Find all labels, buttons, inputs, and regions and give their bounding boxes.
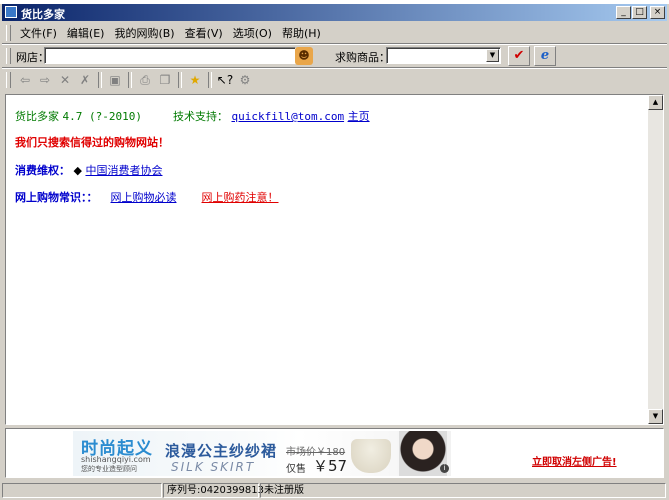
ad-english: SILK SKIRT	[171, 460, 256, 474]
menu-help[interactable]: 帮助(H)	[277, 25, 326, 41]
stop-icon[interactable]: ✕	[56, 72, 74, 88]
ad-domain: shishangqiyi.com	[81, 455, 151, 464]
ad-price-label: 仅售	[286, 464, 306, 475]
window-title: 货比多家	[21, 8, 65, 21]
product-combobox[interactable]: ▼	[386, 47, 501, 64]
chevron-down-icon[interactable]: ▼	[486, 49, 499, 62]
app-icon	[5, 6, 17, 18]
cca-link[interactable]: 中国消费者协会	[85, 164, 162, 177]
cancel-ad-link[interactable]: 立即取消左侧广告!	[532, 453, 617, 468]
vertical-scrollbar[interactable]: ▲ ▼	[648, 95, 663, 424]
scroll-up-icon[interactable]: ▲	[648, 95, 663, 110]
search-check-button[interactable]: ✔	[508, 46, 530, 66]
must-read-link[interactable]: 网上购物必读	[111, 191, 177, 204]
ad-tagline: 您的专业造型顾问	[81, 465, 137, 473]
divider	[2, 67, 667, 69]
back-arrow-icon[interactable]: ⇦	[16, 72, 34, 88]
delete-icon[interactable]: ✗	[76, 72, 94, 88]
shopping-tips-line: 网上购物常识：： 网上购物必读 网上购药注意！	[15, 189, 279, 205]
medicine-notice-link[interactable]: 网上购药注意！	[202, 191, 279, 204]
minimize-button[interactable]: _	[616, 6, 631, 19]
shop-browse-icon[interactable]: ☻	[295, 47, 313, 65]
serial-number: 序列号:0420399813	[163, 483, 264, 498]
consumer-rights-label: 消费维权：	[15, 164, 70, 177]
registration-status: 未注册版	[260, 483, 666, 498]
info-icon[interactable]: i	[440, 464, 449, 473]
app-name: 货比多家	[15, 110, 59, 123]
ad-banner[interactable]: 时尚起义 shishangqiyi.com 您的专业造型顾问 浪漫公主纱纱裙 S…	[73, 431, 451, 476]
close-button[interactable]: ×	[650, 6, 665, 19]
menu-my-shopping[interactable]: 我的网购(B)	[109, 25, 179, 41]
content-pane: 货比多家 4.7 (?-2010) 技术支持： quickfill@tom.co…	[5, 94, 664, 425]
settings-icon[interactable]: ⚙	[236, 72, 254, 88]
toolbar-separator	[128, 72, 132, 88]
status-bar: 序列号:0420399813 未注册版	[0, 481, 669, 500]
toolbar-separator	[98, 72, 102, 88]
support-email-link[interactable]: quickfill@tom.com	[231, 110, 344, 123]
support-label: 技术支持：	[172, 110, 228, 123]
maximize-button[interactable]: □	[632, 6, 647, 19]
address-bar: 网店： ☻ 求购商品： ▼ ✔ e	[2, 45, 667, 67]
menu-options[interactable]: 选项(O)	[228, 25, 277, 41]
page-view: 货比多家 4.7 (?-2010) 技术支持： quickfill@tom.co…	[6, 95, 650, 424]
save-icon[interactable]: ▣	[106, 72, 124, 88]
toolbar-grip	[6, 72, 11, 88]
bullet-icon: ◆	[73, 164, 82, 177]
menu-bar: 文件(F) 编辑(E) 我的网购(B) 查看(V) 选项(O) 帮助(H)	[2, 23, 667, 43]
info-line: 货比多家 4.7 (?-2010) 技术支持： quickfill@tom.co…	[15, 108, 370, 124]
trust-notice: 我们只搜索信得过的购物网站！	[15, 136, 169, 149]
home-link[interactable]: 主页	[348, 110, 370, 123]
skirt-image	[351, 439, 391, 473]
title-bar[interactable]: 货比多家 _ □ ×	[2, 4, 667, 21]
menu-grip	[6, 25, 11, 41]
version: 4.7 (?-2010)	[62, 110, 142, 123]
app-window: 货比多家 _ □ × 文件(F) 编辑(E) 我的网购(B) 查看(V) 选项(…	[0, 0, 669, 500]
toolbar: ⇦ ⇨ ✕ ✗ ▣ ⎙ ❐ ★ ↖? ⚙	[2, 70, 667, 90]
status-empty	[2, 483, 162, 498]
toolbar-separator	[178, 72, 182, 88]
toolbar-grip	[6, 48, 11, 64]
shopping-tips-label: 网上购物常识：：	[15, 191, 98, 204]
ad-slogan: 浪漫公主纱纱裙	[165, 442, 278, 460]
shop-url-input[interactable]	[44, 47, 296, 64]
product-label: 求购商品：	[335, 51, 390, 64]
ad-price: ￥57	[313, 457, 348, 475]
print-icon[interactable]: ⎙	[136, 72, 154, 88]
scroll-down-icon[interactable]: ▼	[648, 409, 663, 424]
copy-icon[interactable]: ❐	[156, 72, 174, 88]
forward-arrow-icon[interactable]: ⇨	[36, 72, 54, 88]
menu-file[interactable]: 文件(F)	[15, 25, 62, 41]
favorite-star-icon[interactable]: ★	[186, 72, 204, 88]
toolbar-separator	[208, 72, 212, 88]
ad-panel: 时尚起义 shishangqiyi.com 您的专业造型顾问 浪漫公主纱纱裙 S…	[5, 428, 664, 478]
consumer-rights-line: 消费维权： ◆ 中国消费者协会	[15, 162, 162, 178]
menu-view[interactable]: 查看(V)	[180, 25, 228, 41]
browser-e-icon[interactable]: e	[534, 46, 556, 66]
help-cursor-icon[interactable]: ↖?	[216, 72, 234, 88]
menu-edit[interactable]: 编辑(E)	[62, 25, 110, 41]
